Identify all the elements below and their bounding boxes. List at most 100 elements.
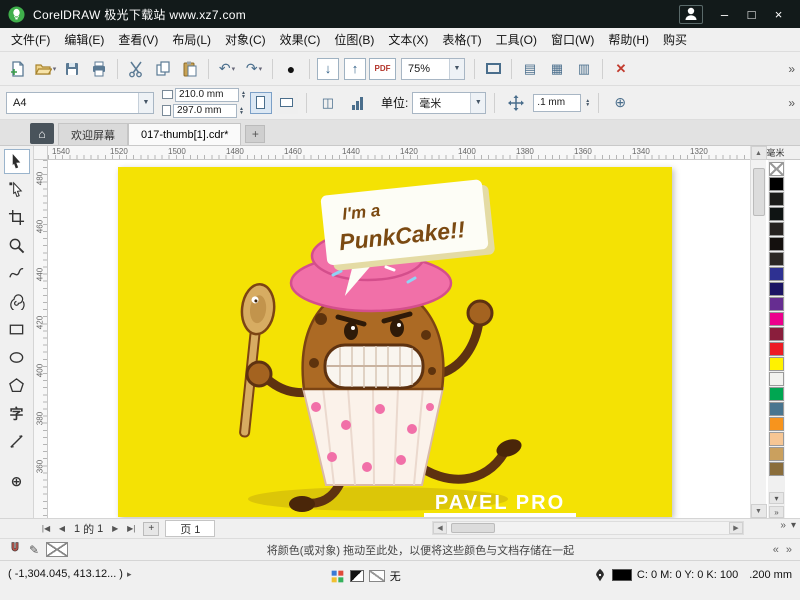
color-swatch-19[interactable] bbox=[769, 447, 784, 461]
previous-page-button[interactable]: ◀ bbox=[54, 521, 70, 537]
palette-scroll-left-button[interactable]: « bbox=[773, 544, 779, 556]
open-document-button[interactable]: ▾ bbox=[32, 56, 58, 82]
menu-item-7[interactable]: 位图(B) bbox=[327, 28, 381, 51]
menu-item-5[interactable]: 对象(C) bbox=[218, 28, 273, 51]
page-size-select[interactable]: A4 ▼ bbox=[6, 92, 154, 114]
app-launcher-icon[interactable]: ● bbox=[278, 56, 304, 82]
pick-tool[interactable] bbox=[4, 149, 30, 174]
page-width-stepper[interactable]: ▲▼ bbox=[241, 91, 246, 99]
new-tab-button[interactable]: + bbox=[245, 125, 265, 143]
artistic-media-tool[interactable] bbox=[4, 289, 30, 314]
menu-item-2[interactable]: 编辑(E) bbox=[57, 28, 111, 51]
portrait-button[interactable] bbox=[250, 92, 272, 114]
menu-item-4[interactable]: 布局(L) bbox=[165, 28, 218, 51]
scroll-down-icon[interactable]: ▼ bbox=[751, 504, 767, 518]
artwork-image[interactable]: I'm a PunkCake!! PAVEL PRO bbox=[118, 167, 672, 517]
palette-down-button[interactable]: ▾ bbox=[791, 520, 796, 531]
color-swatch-14[interactable] bbox=[769, 372, 784, 386]
toolbar-overflow-button[interactable]: » bbox=[788, 62, 795, 76]
page-height-input[interactable]: 297.0 mm bbox=[173, 104, 237, 118]
maximize-button[interactable]: □ bbox=[738, 3, 765, 25]
no-fill-icon[interactable] bbox=[369, 570, 385, 582]
redo-button[interactable]: ↷▾ bbox=[241, 56, 267, 82]
pencil-icon[interactable]: ✎ bbox=[29, 543, 39, 557]
vertical-scroll-thumb[interactable] bbox=[753, 168, 765, 216]
polygon-tool[interactable] bbox=[4, 373, 30, 398]
undo-button[interactable]: ↶▾ bbox=[214, 56, 240, 82]
add-page-button[interactable]: + bbox=[143, 522, 159, 536]
color-swatch-13[interactable] bbox=[769, 357, 784, 371]
palette-scroll-down-button[interactable]: ▾ bbox=[769, 492, 784, 504]
close-button[interactable]: × bbox=[765, 3, 792, 25]
scroll-right-icon[interactable]: ▶ bbox=[729, 522, 743, 534]
export-button[interactable]: ↑ bbox=[342, 56, 368, 82]
color-swatch-11[interactable] bbox=[769, 327, 784, 341]
show-grid-button[interactable]: ▦ bbox=[544, 56, 570, 82]
horizontal-scroll-track[interactable] bbox=[447, 522, 729, 534]
options-button[interactable]: ✕ bbox=[608, 56, 634, 82]
crop-tool[interactable] bbox=[4, 205, 30, 230]
no-color-swatch[interactable] bbox=[769, 162, 784, 176]
color-swatch-7[interactable] bbox=[769, 267, 784, 281]
color-swatch-3[interactable] bbox=[769, 207, 784, 221]
fullscreen-preview-button[interactable] bbox=[480, 56, 506, 82]
show-guidelines-button[interactable]: ▥ bbox=[571, 56, 597, 82]
dimension-tool[interactable] bbox=[4, 429, 30, 454]
menu-item-3[interactable]: 查看(V) bbox=[111, 28, 165, 51]
vertical-ruler[interactable]: 480460440420400380360 bbox=[34, 160, 48, 518]
status-expand-button[interactable]: ▸ bbox=[127, 569, 132, 580]
scroll-left-icon[interactable]: ◀ bbox=[433, 522, 447, 534]
menu-item-10[interactable]: 工具(O) bbox=[489, 28, 544, 51]
save-button[interactable] bbox=[59, 56, 85, 82]
menu-item-6[interactable]: 效果(C) bbox=[273, 28, 328, 51]
page-height-stepper[interactable]: ▲▼ bbox=[239, 107, 244, 115]
color-swatch-17[interactable] bbox=[769, 417, 784, 431]
color-swatch-5[interactable] bbox=[769, 237, 784, 251]
document-tab-2[interactable]: 017-thumb[1].cdr* bbox=[128, 123, 241, 145]
zoom-tool[interactable] bbox=[4, 233, 30, 258]
pen-nib-icon[interactable] bbox=[593, 568, 607, 582]
welcome-home-button[interactable]: ⌂ bbox=[30, 123, 54, 144]
last-page-button[interactable]: ▶| bbox=[123, 521, 139, 537]
page-width-input[interactable]: 210.0 mm bbox=[175, 88, 239, 102]
page-tab[interactable]: 页 1 bbox=[165, 520, 215, 537]
menu-item-9[interactable]: 表格(T) bbox=[435, 28, 488, 51]
palette-expand-button[interactable]: » bbox=[769, 506, 784, 518]
color-swatch-4[interactable] bbox=[769, 222, 784, 236]
property-bar-overflow-button[interactable]: » bbox=[788, 96, 795, 110]
zoom-level-select[interactable]: 75% ▼ bbox=[401, 58, 465, 80]
document-palette-icon[interactable] bbox=[330, 569, 345, 584]
ruler-origin-corner[interactable] bbox=[34, 146, 48, 160]
shape-tool[interactable] bbox=[4, 177, 30, 202]
color-swatch-16[interactable] bbox=[769, 402, 784, 416]
show-rulers-button[interactable]: ▤ bbox=[517, 56, 543, 82]
menu-item-8[interactable]: 文本(X) bbox=[381, 28, 435, 51]
menu-item-12[interactable]: 帮助(H) bbox=[601, 28, 656, 51]
palette-more-button[interactable]: » bbox=[780, 520, 786, 531]
minimize-button[interactable]: – bbox=[711, 3, 738, 25]
horizontal-scroll-thumb[interactable] bbox=[451, 523, 495, 533]
color-swatch-10[interactable] bbox=[769, 312, 784, 326]
color-swatch-20[interactable] bbox=[769, 462, 784, 476]
menu-item-11[interactable]: 窗口(W) bbox=[544, 28, 601, 51]
first-page-button[interactable]: |◀ bbox=[38, 521, 54, 537]
color-swatch-6[interactable] bbox=[769, 252, 784, 266]
outline-color-swatch[interactable] bbox=[612, 569, 632, 581]
horizontal-scrollbar[interactable]: ◀ ▶ bbox=[432, 521, 744, 535]
color-swatch-8[interactable] bbox=[769, 282, 784, 296]
horizontal-ruler[interactable]: 1540152015001480146014401420140013801360… bbox=[48, 146, 750, 160]
menu-item-1[interactable]: 文件(F) bbox=[4, 28, 57, 51]
color-swatch-15[interactable] bbox=[769, 387, 784, 401]
paste-button[interactable] bbox=[177, 56, 203, 82]
duplicate-distance-button[interactable]: ⊕ bbox=[607, 90, 633, 116]
menu-item-13[interactable]: 购买 bbox=[656, 28, 694, 51]
fill-color-icon[interactable] bbox=[350, 570, 364, 582]
publish-pdf-button[interactable]: PDF bbox=[369, 56, 396, 82]
freehand-tool[interactable] bbox=[4, 261, 30, 286]
vertical-scrollbar[interactable]: ▲ ▼ bbox=[750, 146, 766, 518]
copy-button[interactable] bbox=[150, 56, 176, 82]
nudge-stepper[interactable]: ▲▼ bbox=[585, 99, 590, 107]
color-swatch-2[interactable] bbox=[769, 192, 784, 206]
vertical-scroll-track[interactable] bbox=[751, 160, 767, 504]
color-swatch-18[interactable] bbox=[769, 432, 784, 446]
